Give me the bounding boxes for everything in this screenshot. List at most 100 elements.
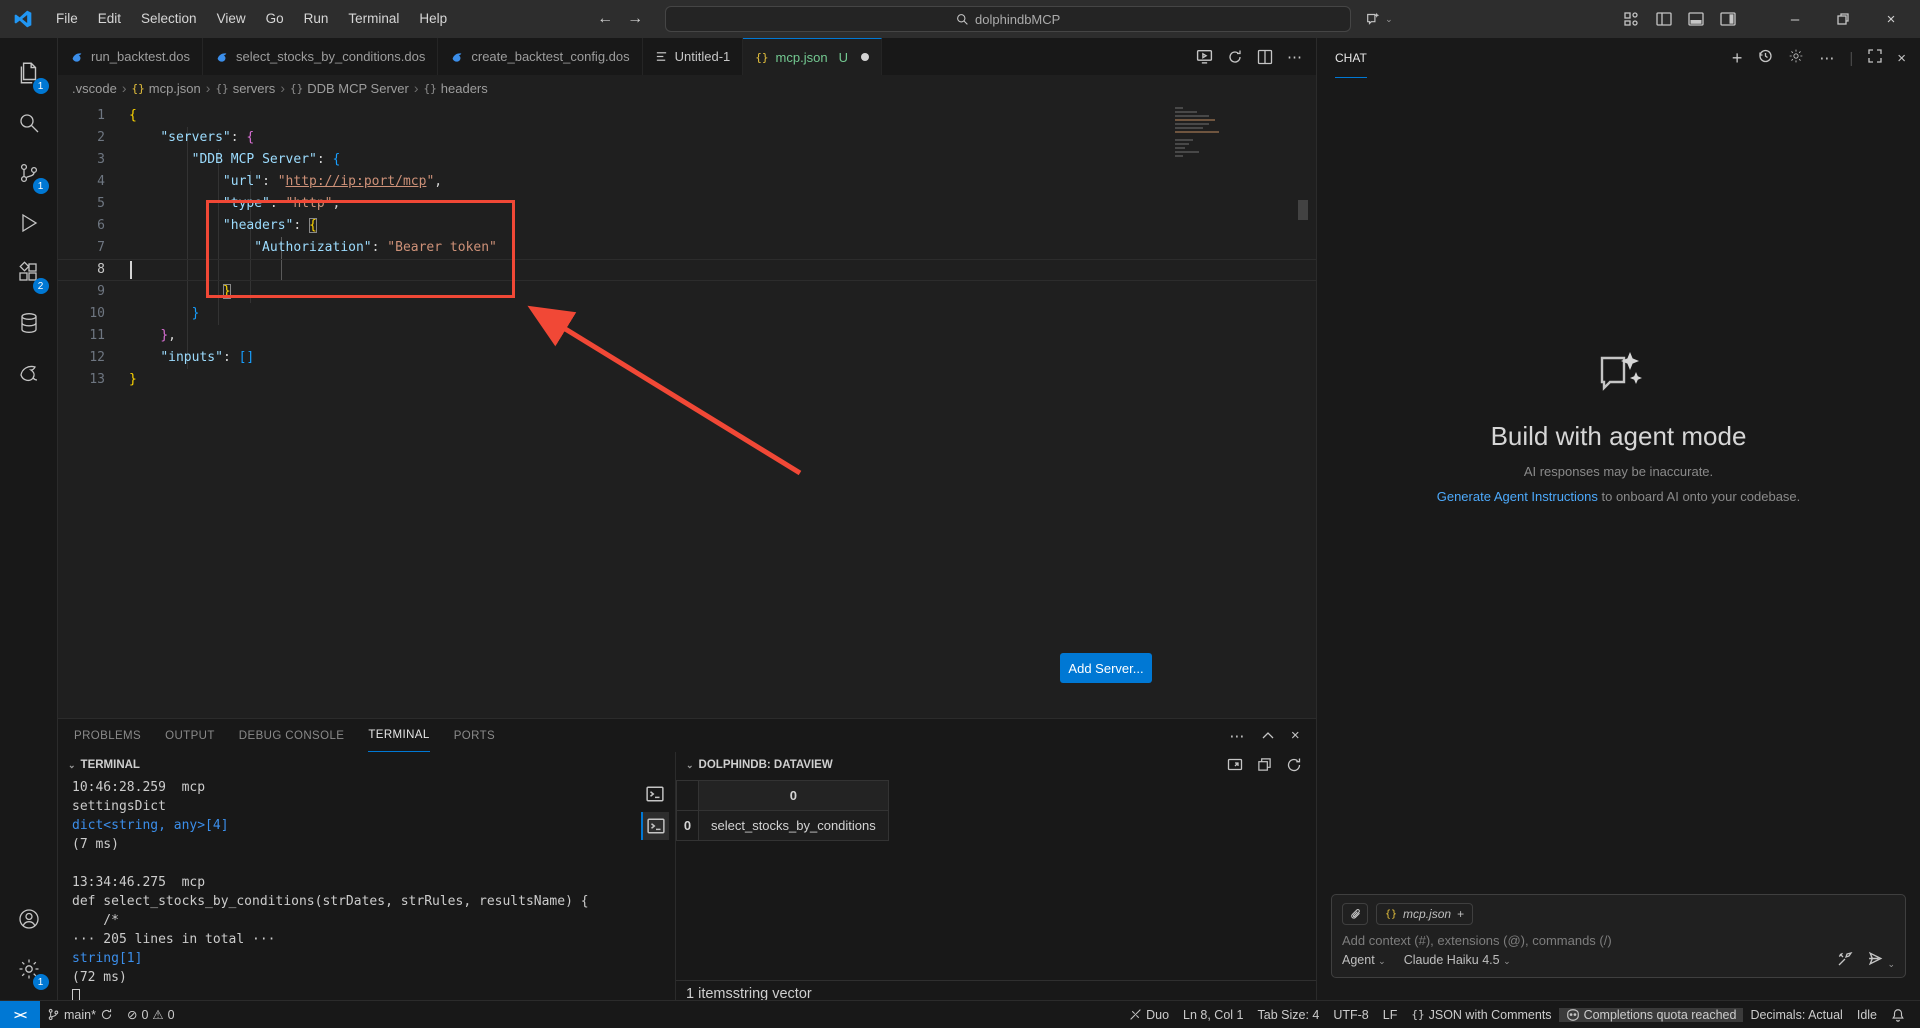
dataview-col-header[interactable]: 0 bbox=[699, 781, 889, 811]
menu-file[interactable]: File bbox=[46, 0, 88, 38]
search-view-icon[interactable] bbox=[5, 98, 53, 148]
code-line-12[interactable]: 12 "inputs": [] bbox=[58, 347, 1316, 369]
breadcrumb-vscode[interactable]: .vscode bbox=[72, 81, 117, 96]
menu-run[interactable]: Run bbox=[294, 0, 339, 38]
table-row[interactable]: 0 select_stocks_by_conditions bbox=[677, 811, 889, 841]
restore-button[interactable] bbox=[1828, 0, 1858, 38]
panel-tab-problems[interactable]: PROBLEMS bbox=[74, 720, 141, 752]
encoding-item[interactable]: UTF-8 bbox=[1326, 1008, 1375, 1022]
explorer-icon[interactable]: 1 bbox=[5, 48, 53, 98]
nav-back-icon[interactable]: ← bbox=[597, 10, 613, 28]
open-in-window-icon[interactable] bbox=[1227, 757, 1243, 773]
duo-item[interactable]: Duo bbox=[1122, 1008, 1176, 1022]
chat-expand-icon[interactable] bbox=[1868, 49, 1882, 67]
decimals-item[interactable]: Decimals: Actual bbox=[1743, 1008, 1849, 1022]
idle-item[interactable]: Idle bbox=[1850, 1008, 1884, 1022]
dolphindb-icon[interactable] bbox=[5, 348, 53, 398]
panel-maximize-icon[interactable] bbox=[1261, 729, 1275, 743]
breadcrumb-servers[interactable]: {}servers bbox=[215, 81, 275, 96]
chat-close-icon[interactable]: × bbox=[1897, 50, 1906, 67]
toggle-panel-icon[interactable] bbox=[1688, 11, 1704, 27]
terminal-instance-icon-selected[interactable] bbox=[641, 812, 669, 840]
tab-create-backtest-config[interactable]: create_backtest_config.dos bbox=[438, 38, 642, 75]
chat-input-box[interactable]: {} mcp.json + Add context (#), extension… bbox=[1331, 894, 1906, 978]
chat-history-icon[interactable] bbox=[1757, 48, 1773, 68]
agent-mode-picker[interactable]: Agent ⌄ bbox=[1342, 953, 1386, 967]
copilot-menu-button[interactable]: ⌄ bbox=[1365, 10, 1393, 28]
chat-more-icon[interactable]: ⋯ bbox=[1819, 49, 1834, 67]
modified-dot-icon[interactable] bbox=[861, 53, 869, 61]
language-mode-item[interactable]: {̇} JSON with Comments bbox=[1404, 1008, 1558, 1022]
chevron-down-icon[interactable]: ⌄ bbox=[68, 760, 76, 771]
tab-size-item[interactable]: Tab Size: 4 bbox=[1251, 1008, 1327, 1022]
breadcrumb-mcp-json[interactable]: {}mcp.json bbox=[131, 81, 200, 96]
menu-go[interactable]: Go bbox=[256, 0, 294, 38]
minimize-button[interactable]: – bbox=[1780, 0, 1810, 38]
menu-selection[interactable]: Selection bbox=[131, 0, 207, 38]
dataview-cell[interactable]: select_stocks_by_conditions bbox=[699, 811, 889, 841]
source-control-icon[interactable]: 1 bbox=[5, 148, 53, 198]
database-icon[interactable] bbox=[5, 298, 53, 348]
chat-settings-gear-icon[interactable] bbox=[1788, 48, 1804, 68]
panel-tab-ports[interactable]: PORTS bbox=[454, 720, 495, 752]
chat-tab[interactable]: CHAT bbox=[1335, 39, 1367, 78]
toggle-secondary-sidebar-icon[interactable] bbox=[1720, 11, 1736, 27]
refresh-icon[interactable] bbox=[1286, 757, 1302, 773]
copilot-quota-item[interactable]: Completions quota reached bbox=[1559, 1008, 1744, 1022]
panel-more-icon[interactable]: ⋯ bbox=[1229, 727, 1244, 745]
tab-untitled-1[interactable]: Untitled-1 bbox=[643, 38, 744, 75]
menu-view[interactable]: View bbox=[207, 0, 256, 38]
editor-scrollbar[interactable] bbox=[1298, 200, 1308, 220]
settings-gear-icon[interactable]: 1 bbox=[5, 944, 53, 994]
problems-item[interactable]: ⊘0 ⚠0 bbox=[120, 1001, 182, 1028]
breadcrumb-ddb-mcp-server[interactable]: {}DDB MCP Server bbox=[290, 81, 409, 96]
model-picker[interactable]: Claude Haiku 4.5 ⌄ bbox=[1404, 953, 1511, 967]
minimap[interactable] bbox=[1175, 107, 1220, 159]
send-button[interactable]: ⌄ bbox=[1867, 950, 1895, 970]
copy-restore-icon[interactable] bbox=[1257, 757, 1272, 772]
tab-run-backtest[interactable]: run_backtest.dos bbox=[58, 38, 203, 75]
chat-input-placeholder[interactable]: Add context (#), extensions (@), command… bbox=[1342, 933, 1895, 948]
code-line-4[interactable]: 4 "url": "http://ip:port/mcp", bbox=[58, 171, 1316, 193]
code-line-10[interactable]: 10 } bbox=[58, 303, 1316, 325]
code-line-1[interactable]: 1{ bbox=[58, 105, 1316, 127]
cursor-position-item[interactable]: Ln 8, Col 1 bbox=[1176, 1008, 1250, 1022]
panel-tab-terminal[interactable]: TERMINAL bbox=[368, 719, 429, 752]
breadcrumb-headers[interactable]: {}headers bbox=[424, 81, 488, 96]
code-line-3[interactable]: 3 "DDB MCP Server": { bbox=[58, 149, 1316, 171]
add-server-button[interactable]: Add Server... bbox=[1060, 653, 1152, 683]
close-button[interactable]: × bbox=[1876, 0, 1906, 38]
chevron-down-icon[interactable]: ⌄ bbox=[686, 760, 694, 771]
code-line-2[interactable]: 2 "servers": { bbox=[58, 127, 1316, 149]
generate-agent-instructions-link[interactable]: Generate Agent Instructions bbox=[1437, 489, 1598, 504]
run-debug-icon[interactable] bbox=[5, 198, 53, 248]
new-chat-icon[interactable]: + bbox=[1732, 48, 1743, 69]
menu-terminal[interactable]: Terminal bbox=[338, 0, 409, 38]
code-line-11[interactable]: 11 }, bbox=[58, 325, 1316, 347]
nav-forward-icon[interactable]: → bbox=[627, 10, 643, 28]
split-editor-icon[interactable] bbox=[1257, 49, 1273, 65]
accounts-icon[interactable] bbox=[5, 894, 53, 944]
context-chip-mcp-json[interactable]: {} mcp.json + bbox=[1376, 903, 1473, 925]
panel-tab-output[interactable]: OUTPUT bbox=[165, 720, 215, 752]
panel-close-icon[interactable]: × bbox=[1291, 727, 1300, 744]
git-branch-item[interactable]: main* bbox=[40, 1001, 120, 1028]
more-actions-icon[interactable]: ⋯ bbox=[1287, 48, 1302, 66]
terminal-pane[interactable]: ⌄ TERMINAL 10:46:28.259 mcpsettingsDictd… bbox=[58, 752, 676, 1006]
toggle-primary-sidebar-icon[interactable] bbox=[1656, 11, 1672, 27]
code-editor[interactable]: 1{2 "servers": {3 "DDB MCP Server": {4 "… bbox=[58, 101, 1316, 718]
command-center-search[interactable]: dolphindbMCP bbox=[665, 6, 1351, 32]
tools-icon[interactable] bbox=[1837, 951, 1853, 970]
open-preview-icon[interactable] bbox=[1196, 48, 1213, 65]
customize-layout-icon[interactable] bbox=[1624, 11, 1640, 27]
notifications-bell-icon[interactable] bbox=[1884, 1008, 1912, 1022]
terminal-instance-icon[interactable] bbox=[641, 780, 669, 808]
add-context-plus[interactable]: + bbox=[1457, 907, 1464, 921]
tab-mcp-json[interactable]: {} mcp.json U bbox=[743, 38, 882, 75]
sync-restart-icon[interactable] bbox=[1227, 49, 1243, 65]
dataview-table[interactable]: 0 0 select_stocks_by_conditions bbox=[676, 780, 889, 841]
panel-tab-debug-console[interactable]: DEBUG CONSOLE bbox=[239, 720, 345, 752]
attach-context-button[interactable] bbox=[1342, 903, 1368, 925]
extensions-icon[interactable]: 2 bbox=[5, 248, 53, 298]
code-line-13[interactable]: 13} bbox=[58, 369, 1316, 391]
